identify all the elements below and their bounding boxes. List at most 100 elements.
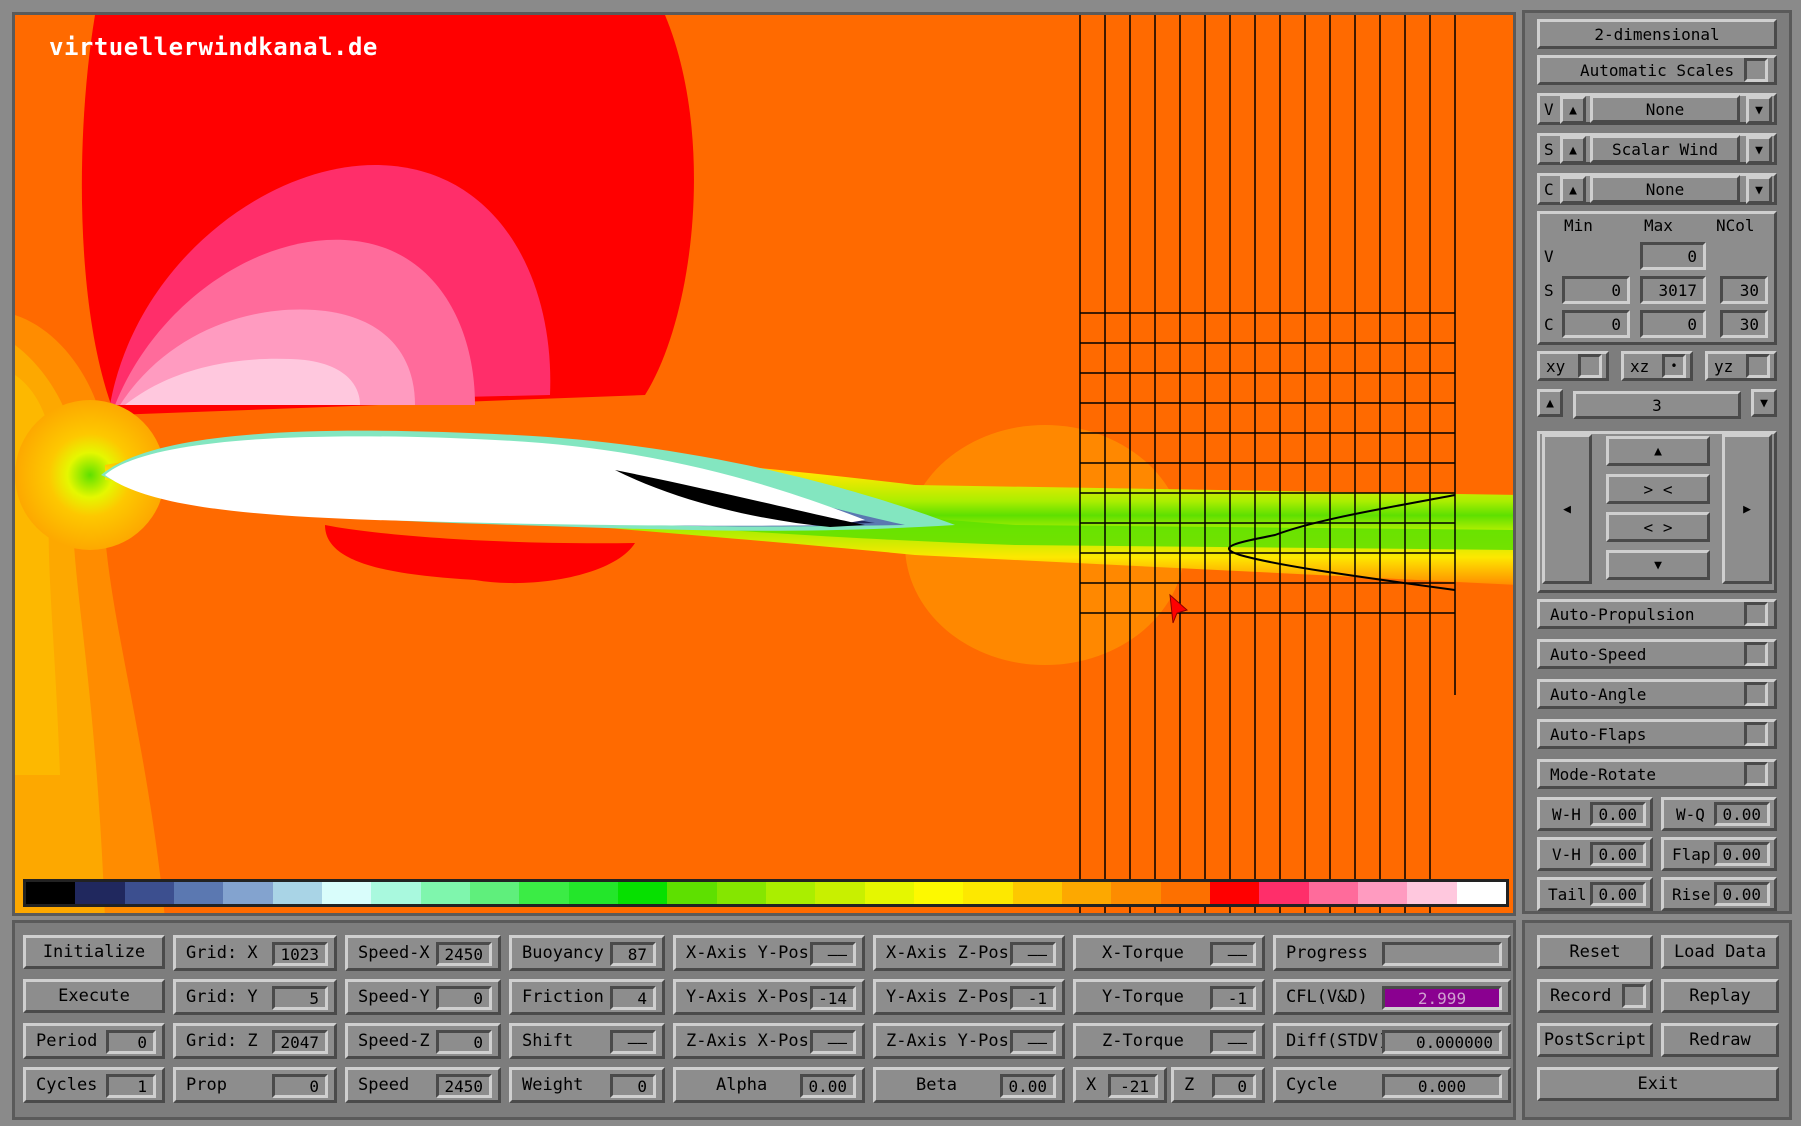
contour-ncol-input[interactable]: 30 (1720, 310, 1768, 338)
auto-speed-toggle[interactable]: Auto-Speed (1537, 639, 1777, 669)
scalar-max-input[interactable]: 3017 (1640, 276, 1706, 304)
auto-angle-checkbox[interactable] (1744, 682, 1768, 706)
contour-prev-button[interactable]: ▲ (1560, 176, 1586, 204)
exit-button[interactable]: Exit (1537, 1067, 1779, 1101)
scalar-select[interactable]: Scalar Wind (1590, 135, 1740, 163)
z-coord-input[interactable]: 0 (1212, 1074, 1256, 1098)
flap-input[interactable]: 0.00 (1714, 842, 1770, 866)
tail-input[interactable]: 0.00 (1590, 882, 1646, 906)
zoom-in-button[interactable]: > < (1606, 474, 1710, 504)
vector-prev-button[interactable]: ▲ (1560, 96, 1586, 124)
speed-z-input[interactable]: 0 (436, 1030, 492, 1054)
vector-select[interactable]: None (1590, 95, 1740, 123)
scalar-dropdown-button[interactable]: ▼ (1746, 136, 1772, 164)
replay-button[interactable]: Replay (1661, 979, 1779, 1013)
z-axis-x-pos-label: Z-Axis X-Pos (686, 1031, 809, 1051)
plane-xz-radio-selected[interactable]: • (1662, 354, 1686, 378)
postscript-button[interactable]: PostScript (1537, 1023, 1653, 1057)
contour-dropdown-button[interactable]: ▼ (1746, 176, 1772, 204)
contour-max-input[interactable]: 0 (1640, 310, 1706, 338)
automatic-scales-toggle[interactable]: Automatic Scales (1537, 55, 1777, 85)
color-scale-swatch (913, 882, 964, 904)
alpha-label: Alpha (716, 1075, 768, 1095)
buoyancy-input[interactable]: 87 (610, 942, 656, 966)
plane-xy-toggle[interactable]: xy (1537, 351, 1609, 381)
x-axis-z-pos-input[interactable]: —— (1010, 942, 1056, 966)
grid-z-input[interactable]: 2047 (272, 1030, 328, 1054)
speed-y-label: Speed-Y (358, 987, 430, 1007)
shift-param: Shift —— (509, 1023, 665, 1059)
initialize-button[interactable]: Initialize (23, 935, 165, 969)
x-axis-y-pos-input[interactable]: —— (810, 942, 856, 966)
vector-dropdown-button[interactable]: ▼ (1746, 96, 1772, 124)
y-axis-x-pos-input[interactable]: -14 (810, 986, 856, 1010)
slice-down-button[interactable]: ▼ (1751, 389, 1777, 417)
pan-down-button[interactable]: ▼ (1606, 550, 1710, 580)
dimension-mode-button[interactable]: 2-dimensional (1537, 19, 1777, 49)
speed-x-input[interactable]: 2450 (436, 942, 492, 966)
alpha-input[interactable]: 0.00 (800, 1074, 856, 1098)
auto-flaps-toggle[interactable]: Auto-Flaps (1537, 719, 1777, 749)
beta-input[interactable]: 0.00 (1000, 1074, 1056, 1098)
flow-visualization-canvas[interactable]: virtuellerwindkanal.de (12, 12, 1516, 916)
contour-min-input[interactable]: 0 (1562, 310, 1630, 338)
plane-xy-label: xy (1546, 356, 1566, 376)
color-scale-swatch (1259, 882, 1309, 904)
scalar-min-input[interactable]: 0 (1562, 276, 1630, 304)
weight-input[interactable]: 0 (610, 1074, 656, 1098)
color-scale-swatch (716, 882, 766, 904)
mode-rotate-checkbox[interactable] (1744, 762, 1768, 786)
v-h-param: V-H 0.00 (1537, 837, 1653, 871)
speed-y-input[interactable]: 0 (436, 986, 492, 1010)
friction-input[interactable]: 4 (610, 986, 656, 1010)
plane-xy-radio[interactable] (1578, 354, 1602, 378)
wing-q-input[interactable]: 0.00 (1714, 802, 1770, 826)
x-coord-input[interactable]: -21 (1108, 1074, 1158, 1098)
period-param: Period 0 (23, 1023, 165, 1059)
mode-rotate-label: Mode-Rotate (1550, 764, 1656, 784)
scalar-ncol-input[interactable]: 30 (1720, 276, 1768, 304)
slice-up-button[interactable]: ▲ (1537, 389, 1563, 417)
z-axis-y-pos-input[interactable]: —— (1010, 1030, 1056, 1054)
auto-angle-toggle[interactable]: Auto-Angle (1537, 679, 1777, 709)
load-data-button[interactable]: Load Data (1661, 935, 1779, 969)
auto-flaps-checkbox[interactable] (1744, 722, 1768, 746)
vector-max-input[interactable]: 0 (1640, 242, 1706, 270)
color-scale-swatch (1111, 882, 1161, 904)
shift-input[interactable]: —— (610, 1030, 656, 1054)
execute-button[interactable]: Execute (23, 979, 165, 1013)
plane-xz-toggle[interactable]: xz • (1621, 351, 1693, 381)
y-axis-z-pos-input[interactable]: -1 (1010, 986, 1056, 1010)
slice-value[interactable]: 3 (1573, 391, 1741, 419)
cycles-input[interactable]: 1 (106, 1074, 156, 1098)
color-scale-swatch (321, 882, 372, 904)
auto-propulsion-checkbox[interactable] (1744, 602, 1768, 626)
wing-height-input[interactable]: 0.00 (1590, 802, 1646, 826)
auto-speed-checkbox[interactable] (1744, 642, 1768, 666)
rise-input[interactable]: 0.00 (1714, 882, 1770, 906)
pan-up-button[interactable]: ▲ (1606, 436, 1710, 466)
automatic-scales-checkbox[interactable] (1744, 58, 1768, 82)
v-h-input[interactable]: 0.00 (1590, 842, 1646, 866)
plane-yz-radio[interactable] (1746, 354, 1770, 378)
grid-x-input[interactable]: 1023 (272, 942, 328, 966)
pan-left-button[interactable]: ◀ (1542, 434, 1592, 584)
shift-label: Shift (522, 1031, 574, 1051)
redraw-button[interactable]: Redraw (1661, 1023, 1779, 1057)
scalar-prev-button[interactable]: ▲ (1560, 136, 1586, 164)
contour-select[interactable]: None (1590, 175, 1740, 203)
reset-button[interactable]: Reset (1537, 935, 1653, 969)
auto-propulsion-toggle[interactable]: Auto-Propulsion (1537, 599, 1777, 629)
record-checkbox[interactable] (1622, 984, 1646, 1008)
zoom-out-button[interactable]: < > (1606, 512, 1710, 542)
period-input[interactable]: 0 (106, 1030, 156, 1054)
speed-param: Speed 2450 (345, 1067, 501, 1103)
plane-yz-toggle[interactable]: yz (1705, 351, 1777, 381)
z-axis-x-pos-input[interactable]: —— (810, 1030, 856, 1054)
speed-input[interactable]: 2450 (436, 1074, 492, 1098)
grid-y-input[interactable]: 5 (272, 986, 328, 1010)
pan-right-button[interactable]: ▶ (1722, 434, 1772, 584)
mode-rotate-toggle[interactable]: Mode-Rotate (1537, 759, 1777, 789)
prop-input[interactable]: 0 (272, 1074, 328, 1098)
record-toggle[interactable]: Record (1537, 979, 1653, 1013)
